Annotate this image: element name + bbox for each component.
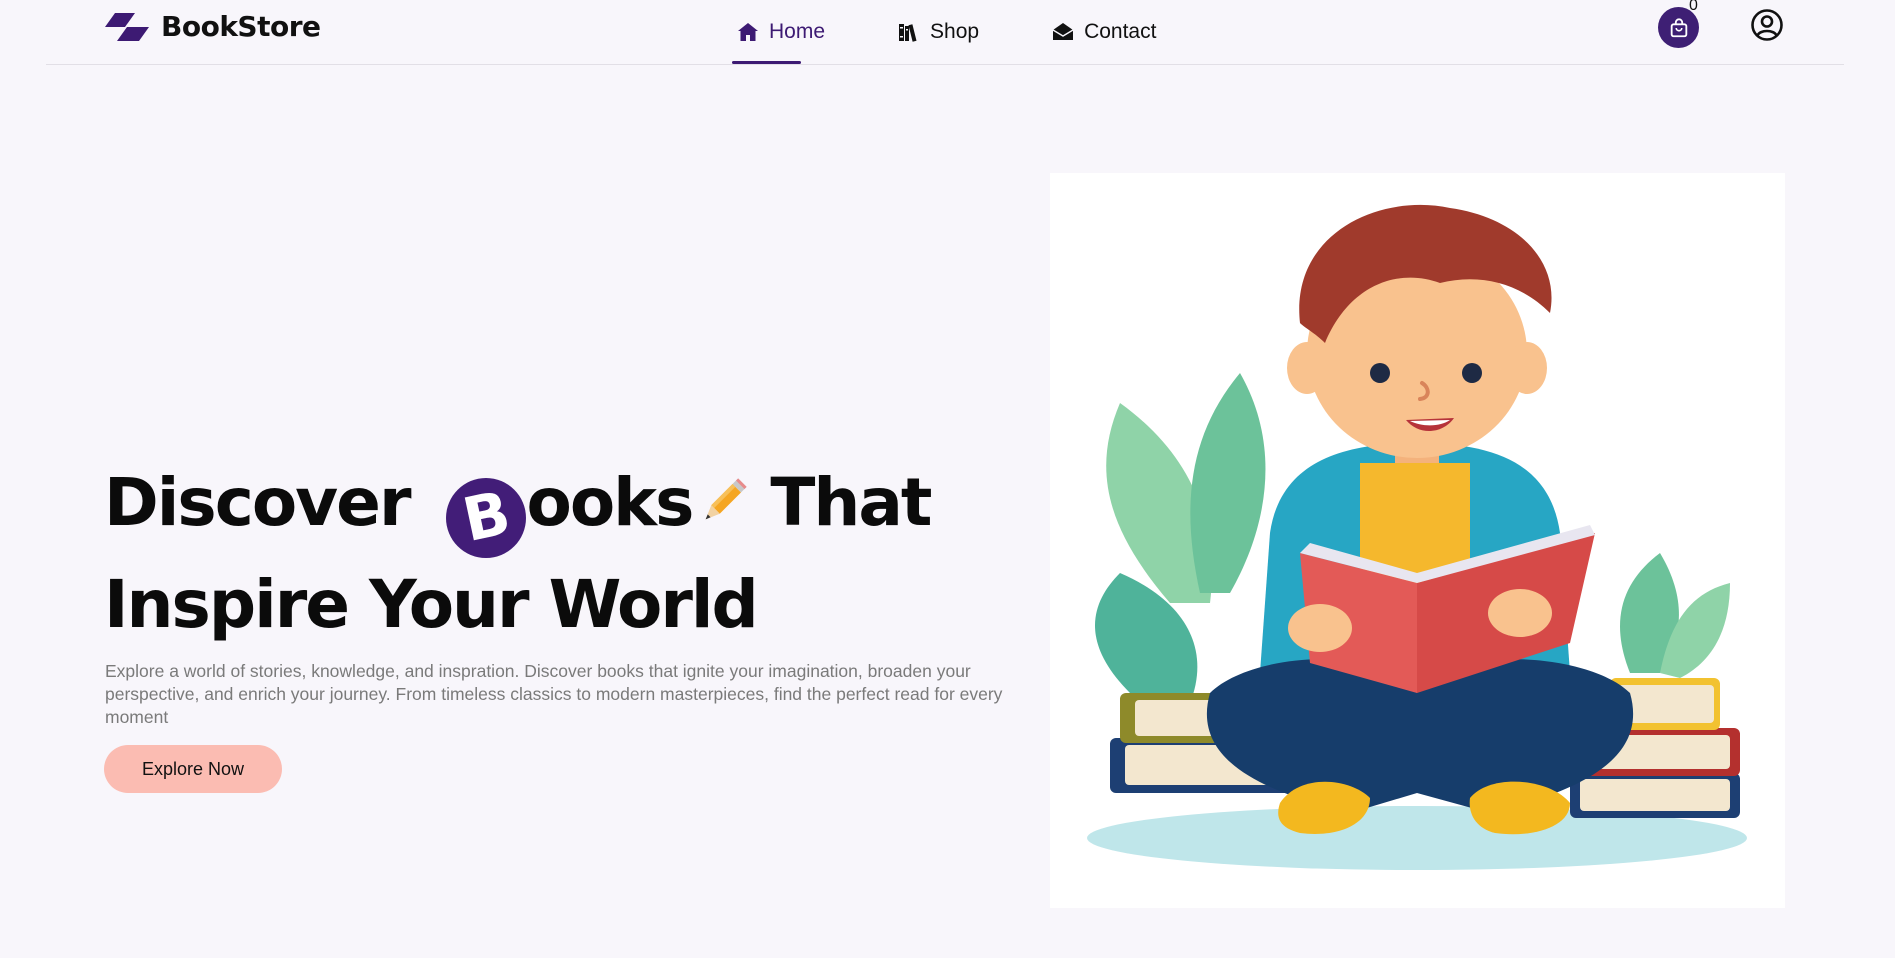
hero-title: Discover Books That Inspire Your World xyxy=(104,456,1004,651)
home-icon xyxy=(738,23,758,41)
hero-description: Explore a world of stories, knowledge, a… xyxy=(105,661,1003,727)
explore-now-button[interactable]: Explore Now xyxy=(104,745,282,793)
books-shelf-icon xyxy=(899,24,917,42)
hero-title-part-that: That xyxy=(770,464,932,541)
brand-name: BookStore xyxy=(161,10,321,43)
bookstore-logo-icon xyxy=(105,12,149,41)
envelope-open-icon xyxy=(1052,23,1074,40)
pencil-icon xyxy=(705,478,747,520)
b-letter: B xyxy=(456,478,517,557)
hero-title-line-2: Inspire Your World xyxy=(104,565,759,643)
nav-item-home[interactable]: Home xyxy=(732,0,829,64)
nav-label-contact: Contact xyxy=(1084,20,1157,43)
brand-link[interactable]: BookStore xyxy=(105,10,321,43)
nav-item-contact[interactable]: Contact xyxy=(1047,0,1160,64)
nav-label-home: Home xyxy=(769,20,826,43)
nav-label-shop: Shop xyxy=(930,20,980,43)
hero-title-part-discover: Discover xyxy=(104,464,431,541)
nav-links: Home Shop Contact xyxy=(732,0,1224,64)
user-account-button[interactable] xyxy=(1750,8,1784,42)
hero-title-line-1: Discover Books That xyxy=(104,456,1004,558)
b-letter-badge: B xyxy=(446,477,527,558)
hero-illustration xyxy=(1050,173,1785,908)
hero-title-part-ooks: ooks xyxy=(526,464,694,541)
user-circle-icon xyxy=(1751,9,1783,41)
shopping-bag-icon xyxy=(1670,17,1687,37)
page: BookStore Home Shop Contact 0 Discover B… xyxy=(0,0,1895,958)
boy-reading-book-illustration xyxy=(1087,204,1747,870)
navbar: BookStore Home Shop Contact 0 xyxy=(46,0,1844,65)
nav-item-shop[interactable]: Shop xyxy=(893,0,983,64)
cart-count-badge: 0 xyxy=(1689,0,1698,14)
